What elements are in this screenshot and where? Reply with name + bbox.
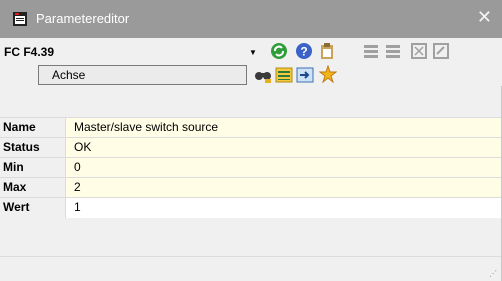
row-label: Min: [0, 158, 66, 178]
edit-icon[interactable]: [432, 42, 450, 60]
row-wert: Wert 1: [0, 197, 501, 218]
row-label: Name: [0, 118, 66, 138]
find-icon[interactable]: [254, 66, 272, 84]
row-name: Name Master/slave switch source: [0, 117, 501, 138]
parameter-select-value: FC F4.39: [4, 45, 55, 59]
resize-grip-icon[interactable]: ⋰: [489, 269, 497, 278]
row-value[interactable]: Master/slave switch source: [66, 118, 501, 138]
chevron-down-icon[interactable]: ▼: [246, 48, 260, 57]
insert-row-icon[interactable]: [362, 42, 380, 60]
delete-row-icon[interactable]: [384, 42, 402, 60]
row-label: Status: [0, 138, 66, 158]
help-icon[interactable]: ?: [295, 42, 313, 60]
clipboard-icon[interactable]: [318, 42, 336, 60]
editor-app-icon: [13, 12, 27, 26]
row-min: Min 0: [0, 157, 501, 178]
title-bar[interactable]: Parametereditor ✕: [0, 0, 502, 38]
close-icon[interactable]: ✕: [477, 7, 492, 28]
status-bar: ⋰: [0, 256, 501, 281]
row-status: Status OK: [0, 137, 501, 158]
svg-text:?: ?: [300, 45, 307, 59]
row-label: Wert: [0, 198, 66, 218]
row-value[interactable]: 2: [66, 178, 501, 198]
move-icon[interactable]: [296, 66, 314, 84]
row-label: Max: [0, 178, 66, 198]
list-view-icon[interactable]: [275, 66, 293, 84]
toolbar: FC F4.39 ▼ ? Achse: [0, 38, 502, 86]
row-max: Max 2: [0, 177, 501, 198]
refresh-icon[interactable]: [270, 42, 288, 60]
search-input[interactable]: Achse: [38, 65, 247, 85]
window-title: Parametereditor: [36, 11, 130, 26]
star-icon[interactable]: [319, 65, 337, 83]
parameter-editor-window: Parametereditor ✕ FC F4.39 ▼ ? Achse Nam…: [0, 0, 502, 281]
export-icon[interactable]: [410, 42, 428, 60]
row-value[interactable]: 1: [66, 198, 501, 218]
row-value[interactable]: 0: [66, 158, 501, 178]
row-value[interactable]: OK: [66, 138, 501, 158]
parameter-select[interactable]: FC F4.39 ▼: [2, 41, 260, 63]
